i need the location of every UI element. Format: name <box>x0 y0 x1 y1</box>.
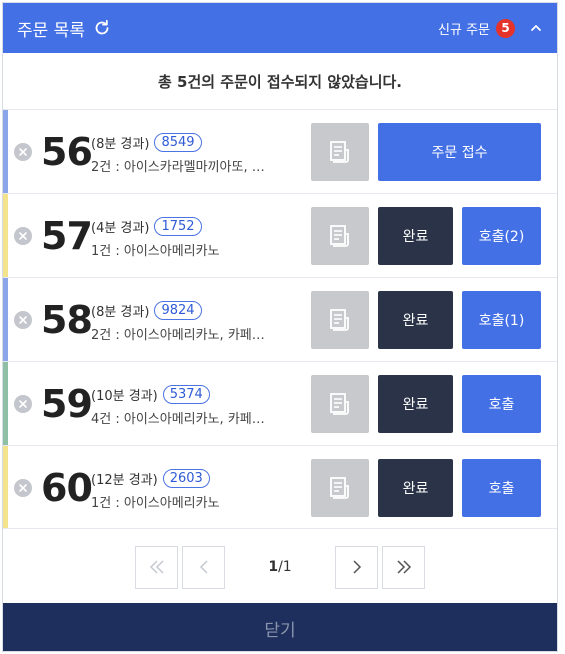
order-meta: (8분 경과) 9824 <box>91 300 301 320</box>
next-page-button[interactable] <box>335 545 378 589</box>
cancel-icon[interactable] <box>14 395 32 413</box>
order-meta: (12분 경과) 2603 <box>91 468 301 488</box>
prev-page-button[interactable] <box>182 545 225 589</box>
receipt-icon <box>330 477 349 499</box>
order-items-summary: 1건 : 아이스아메리카노 <box>91 244 220 259</box>
order-row[interactable]: 56 (8분 경과) 8549 2건 : 아이스카라멜마끼아또, … 주문 접수 <box>3 109 557 193</box>
page-indicator: 1/1 <box>225 559 335 575</box>
receipt-button[interactable] <box>311 123 369 181</box>
order-meta: (10분 경과) 5374 <box>91 384 301 404</box>
status-accent-bar <box>3 278 8 361</box>
call-button[interactable]: 호출 <box>462 459 541 517</box>
receipt-icon <box>330 225 349 247</box>
new-orders-label: 신규 주문 <box>438 22 490 38</box>
last-page-button[interactable] <box>382 545 425 589</box>
receipt-button[interactable] <box>311 375 369 433</box>
status-accent-bar <box>3 194 8 277</box>
cancel-icon[interactable] <box>14 311 32 329</box>
status-accent-bar <box>3 110 8 193</box>
order-items-summary: 2건 : 아이스아메리카노, 카페… <box>91 328 265 343</box>
order-info: (8분 경과) 9824 2건 : 아이스아메리카노, 카페… <box>91 300 301 343</box>
status-accent-bar <box>3 362 8 445</box>
double-chevron-left-icon <box>149 560 164 574</box>
cancel-icon[interactable] <box>14 143 32 161</box>
receipt-icon <box>330 309 349 331</box>
order-code-badge: 9824 <box>154 300 202 320</box>
pending-orders-notice: 총 5건의 주문이 접수되지 않았습니다. <box>157 72 403 91</box>
order-meta: (8분 경과) 8549 <box>91 132 301 152</box>
new-orders-count-badge: 5 <box>496 18 515 38</box>
complete-button[interactable]: 완료 <box>378 291 453 349</box>
order-code-badge: 2603 <box>162 468 210 488</box>
order-code-badge: 5374 <box>162 384 210 404</box>
order-info: (12분 경과) 2603 1건 : 아이스아메리카노 <box>91 468 301 511</box>
receipt-icon <box>330 141 349 163</box>
order-number: 56 <box>41 130 93 174</box>
elapsed-time: (12분 경과) <box>91 472 158 488</box>
order-number: 59 <box>41 382 93 426</box>
status-accent-bar <box>3 446 8 528</box>
chevron-up-icon[interactable] <box>529 21 543 35</box>
current-page: 1 <box>268 559 279 575</box>
complete-button[interactable]: 완료 <box>378 459 453 517</box>
cancel-icon[interactable] <box>14 479 32 497</box>
elapsed-time: (10분 경과) <box>91 388 158 404</box>
receipt-button[interactable] <box>311 207 369 265</box>
total-pages: /1 <box>278 559 292 575</box>
call-button[interactable]: 호출(1) <box>462 291 541 349</box>
chevron-right-icon <box>352 560 361 574</box>
complete-button[interactable]: 완료 <box>378 375 453 433</box>
order-items-summary: 4건 : 아이스아메리카노, 카페… <box>91 412 265 427</box>
elapsed-time: (8분 경과) <box>91 304 150 320</box>
order-info: (10분 경과) 5374 4건 : 아이스아메리카노, 카페… <box>91 384 301 427</box>
refresh-icon[interactable] <box>93 19 111 37</box>
call-button[interactable]: 호출(2) <box>462 207 541 265</box>
receipt-button[interactable] <box>311 291 369 349</box>
pagination: 1/1 <box>3 531 557 603</box>
order-number: 58 <box>41 298 93 342</box>
call-button[interactable]: 호출 <box>462 375 541 433</box>
order-meta: (4분 경과) 1752 <box>91 216 301 236</box>
receipt-icon <box>330 393 349 415</box>
order-list: 56 (8분 경과) 8549 2건 : 아이스카라멜마끼아또, … 주문 접수 57 (4… <box>3 109 557 529</box>
order-row[interactable]: 58 (8분 경과) 9824 2건 : 아이스아메리카노, 카페… 완료 호출(1) <box>3 277 557 361</box>
order-number: 57 <box>41 214 93 258</box>
chevron-left-icon <box>199 560 208 574</box>
accept-order-button[interactable]: 주문 접수 <box>378 123 541 181</box>
order-info: (8분 경과) 8549 2건 : 아이스카라멜마끼아또, … <box>91 132 301 175</box>
complete-button[interactable]: 완료 <box>378 207 453 265</box>
order-info: (4분 경과) 1752 1건 : 아이스아메리카노 <box>91 216 301 259</box>
elapsed-time: (8분 경과) <box>91 136 150 152</box>
order-list-panel: 주문 목록 신규 주문 5 총 5건의 주문이 접수되지 않았습니다. 56 (8… <box>2 2 558 652</box>
first-page-button[interactable] <box>135 545 178 589</box>
close-button[interactable]: 닫기 <box>3 603 557 651</box>
receipt-button[interactable] <box>311 459 369 517</box>
order-row[interactable]: 59 (10분 경과) 5374 4건 : 아이스아메리카노, 카페… 완료 호출 <box>3 361 557 445</box>
new-orders-toggle[interactable]: 신규 주문 5 <box>438 18 543 38</box>
page-title: 주문 목록 <box>17 20 85 41</box>
order-code-badge: 8549 <box>154 132 202 152</box>
header: 주문 목록 신규 주문 5 <box>3 3 557 53</box>
order-row[interactable]: 60 (12분 경과) 2603 1건 : 아이스아메리카노 완료 호출 <box>3 445 557 529</box>
order-items-summary: 2건 : 아이스카라멜마끼아또, … <box>91 160 265 175</box>
cancel-icon[interactable] <box>14 227 32 245</box>
order-row[interactable]: 57 (4분 경과) 1752 1건 : 아이스아메리카노 완료 호출(2) <box>3 193 557 277</box>
order-number: 60 <box>41 466 93 510</box>
header-left: 주문 목록 <box>17 16 111 41</box>
order-items-summary: 1건 : 아이스아메리카노 <box>91 496 220 511</box>
double-chevron-right-icon <box>396 560 411 574</box>
elapsed-time: (4분 경과) <box>91 220 150 236</box>
order-code-badge: 1752 <box>154 216 202 236</box>
